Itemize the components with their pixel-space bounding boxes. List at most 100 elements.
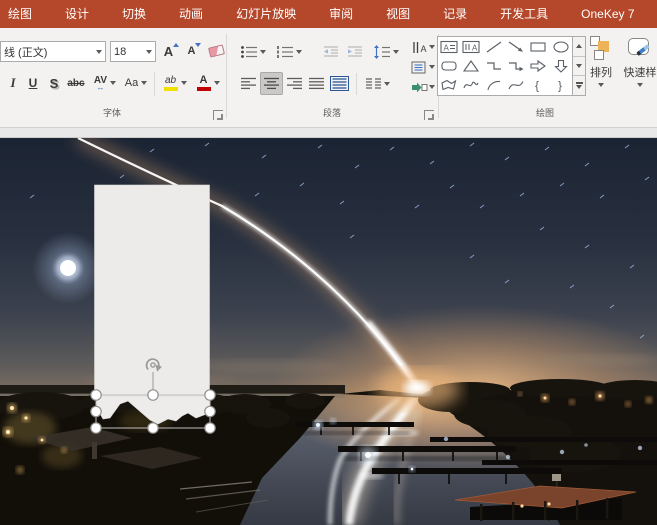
shape-right-brace[interactable]: } bbox=[550, 76, 572, 95]
bullets-button[interactable] bbox=[237, 41, 269, 62]
columns-button[interactable] bbox=[361, 73, 393, 94]
paragraph-group-label: 段落 bbox=[292, 106, 372, 119]
slide-canvas[interactable] bbox=[0, 138, 657, 525]
shape-elbow-arrow-connector[interactable] bbox=[505, 56, 527, 75]
font-name-combobox[interactable]: 线 (正文) bbox=[0, 41, 106, 62]
line-spacing-button[interactable] bbox=[370, 41, 402, 62]
tab-draw[interactable]: 绘图 bbox=[6, 0, 34, 28]
shape-rounded-rectangle[interactable] bbox=[438, 56, 460, 75]
shape-rectangle[interactable] bbox=[527, 37, 549, 56]
shape-vertical-text-box[interactable]: A bbox=[460, 37, 482, 56]
decrease-indent-button[interactable] bbox=[320, 41, 342, 62]
shape-line[interactable] bbox=[483, 37, 505, 56]
shape-triangle[interactable] bbox=[460, 56, 482, 75]
resize-handle-n[interactable] bbox=[148, 390, 158, 400]
chevron-down-icon[interactable] bbox=[96, 50, 102, 54]
change-case-button[interactable]: Aa bbox=[122, 72, 150, 94]
chevron-down-icon bbox=[598, 83, 604, 87]
slide-photo-meteor-river bbox=[0, 138, 657, 525]
justify-icon bbox=[308, 77, 325, 90]
font-size-combobox[interactable]: 18 bbox=[110, 41, 156, 62]
tab-developer[interactable]: 开发工具 bbox=[498, 0, 550, 28]
chevron-down-icon[interactable] bbox=[146, 50, 152, 54]
strikethrough-button[interactable]: abc bbox=[64, 72, 88, 94]
chevron-down-icon bbox=[393, 50, 399, 54]
ribbon: 线 (正文) 18 A A I U S abc AV ↔ Aa bbox=[0, 28, 657, 128]
drawing-group-label: 绘图 bbox=[505, 106, 585, 119]
chevron-down-icon bbox=[296, 50, 302, 54]
text-direction-button[interactable]: A bbox=[408, 38, 438, 56]
arrange-button[interactable]: 排列 bbox=[583, 36, 619, 98]
chevron-down-icon bbox=[429, 85, 435, 89]
tab-onekey[interactable]: OneKey 7 bbox=[579, 0, 636, 28]
align-left-button[interactable] bbox=[238, 73, 259, 94]
align-left-icon bbox=[240, 77, 257, 90]
tab-animations[interactable]: 动画 bbox=[177, 0, 205, 28]
grow-font-button[interactable]: A bbox=[161, 40, 182, 62]
shape-freeform[interactable] bbox=[438, 76, 460, 95]
quick-styles-icon bbox=[627, 36, 653, 61]
shape-elbow-connector[interactable] bbox=[483, 56, 505, 75]
align-right-button[interactable] bbox=[284, 73, 305, 94]
text-shadow-button[interactable]: S bbox=[46, 72, 62, 94]
resize-handle-se[interactable] bbox=[205, 423, 215, 433]
text-highlight-button[interactable]: ab bbox=[160, 71, 190, 95]
distribute-text-button[interactable] bbox=[328, 73, 351, 94]
align-center-button[interactable] bbox=[260, 72, 283, 95]
shape-arc[interactable] bbox=[483, 76, 505, 95]
shape-down-arrow[interactable] bbox=[550, 56, 572, 75]
justify-button[interactable] bbox=[306, 73, 327, 94]
font-group-label: 字体 bbox=[72, 106, 152, 119]
tab-view[interactable]: 视图 bbox=[384, 0, 412, 28]
svg-text:}: } bbox=[558, 79, 562, 93]
chevron-down-icon bbox=[384, 82, 390, 86]
tab-design[interactable]: 设计 bbox=[63, 0, 91, 28]
tab-slideshow[interactable]: 幻灯片放映 bbox=[234, 0, 298, 28]
resize-handle-e[interactable] bbox=[205, 406, 215, 416]
svg-text:{: { bbox=[535, 79, 539, 93]
tab-transitions[interactable]: 切换 bbox=[120, 0, 148, 28]
resize-handle-w[interactable] bbox=[91, 406, 101, 416]
increase-indent-button[interactable] bbox=[344, 41, 366, 62]
paragraph-dialog-launcher[interactable] bbox=[424, 110, 434, 120]
resize-handle-s[interactable] bbox=[148, 423, 158, 433]
resize-handle-sw[interactable] bbox=[91, 423, 101, 433]
character-spacing-button[interactable]: AV ↔ bbox=[90, 72, 120, 94]
distribute-text-icon bbox=[330, 76, 349, 91]
quick-styles-button[interactable]: 快速样 bbox=[620, 36, 657, 98]
resize-handle-nw[interactable] bbox=[91, 390, 101, 400]
shape-left-brace[interactable]: { bbox=[527, 76, 549, 95]
smartart-icon bbox=[411, 81, 428, 94]
slide-shape-rectangle[interactable] bbox=[95, 185, 210, 397]
shape-right-arrow[interactable] bbox=[527, 56, 549, 75]
bullets-icon bbox=[240, 45, 258, 59]
font-size-value: 18 bbox=[111, 46, 146, 58]
shape-oval[interactable] bbox=[550, 37, 572, 56]
font-name-value: 线 (正文) bbox=[1, 44, 96, 60]
arrange-label: 排列 bbox=[590, 64, 612, 80]
align-text-button[interactable] bbox=[408, 58, 438, 76]
shrink-font-button[interactable]: A bbox=[184, 40, 205, 62]
align-center-icon bbox=[263, 77, 280, 90]
shape-arrow[interactable] bbox=[505, 37, 527, 56]
quick-styles-label: 快速样 bbox=[624, 64, 657, 80]
convert-to-smartart-button[interactable] bbox=[408, 78, 438, 96]
shapes-gallery: A A bbox=[437, 36, 573, 96]
italic-button[interactable]: I bbox=[5, 72, 21, 94]
numbering-button[interactable] bbox=[273, 41, 305, 62]
font-color-icon: A bbox=[200, 75, 208, 86]
decrease-indent-icon bbox=[322, 45, 340, 59]
tab-record[interactable]: 记录 bbox=[441, 0, 469, 28]
shape-text-box[interactable]: A bbox=[438, 37, 460, 56]
tab-review[interactable]: 审阅 bbox=[327, 0, 355, 28]
clear-formatting-button[interactable] bbox=[206, 40, 226, 62]
shape-curve[interactable] bbox=[505, 76, 527, 95]
shape-scribble[interactable] bbox=[460, 76, 482, 95]
resize-handle-ne[interactable] bbox=[205, 390, 215, 400]
font-color-button[interactable]: A bbox=[193, 71, 223, 95]
font-dialog-launcher[interactable] bbox=[213, 110, 223, 120]
shrink-font-icon: A bbox=[188, 45, 196, 57]
ribbon-slide-gap bbox=[0, 128, 657, 138]
increase-indent-icon bbox=[346, 45, 364, 59]
underline-button[interactable]: U bbox=[24, 72, 42, 94]
